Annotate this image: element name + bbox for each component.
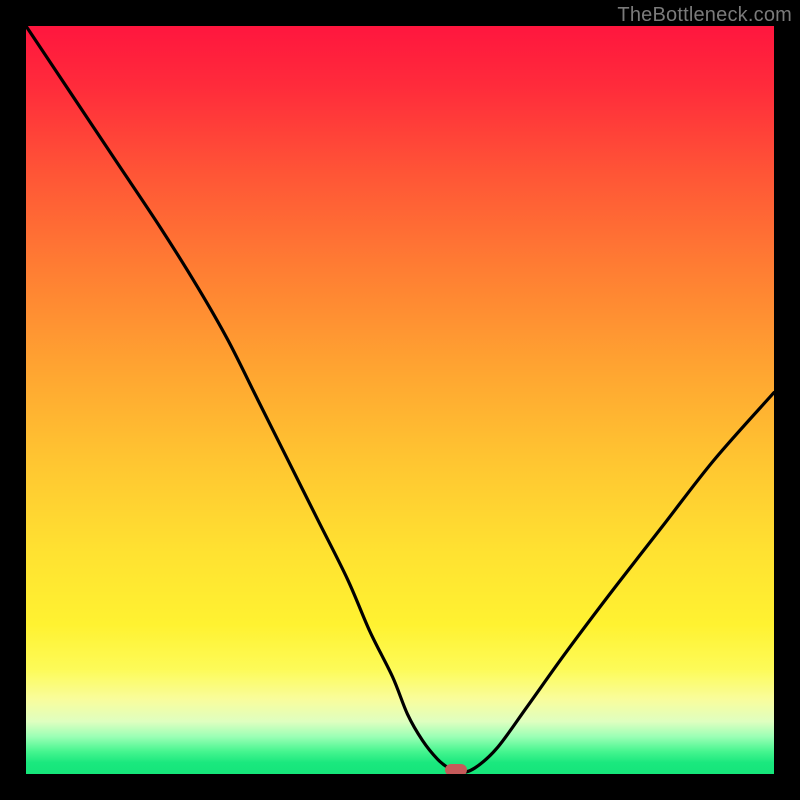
minimum-marker — [445, 764, 467, 775]
bottleneck-curve-path — [26, 26, 774, 773]
curve-layer — [26, 26, 774, 774]
plot-area — [26, 26, 774, 774]
watermark-text: TheBottleneck.com — [617, 4, 792, 27]
chart-frame: TheBottleneck.com — [0, 0, 800, 800]
